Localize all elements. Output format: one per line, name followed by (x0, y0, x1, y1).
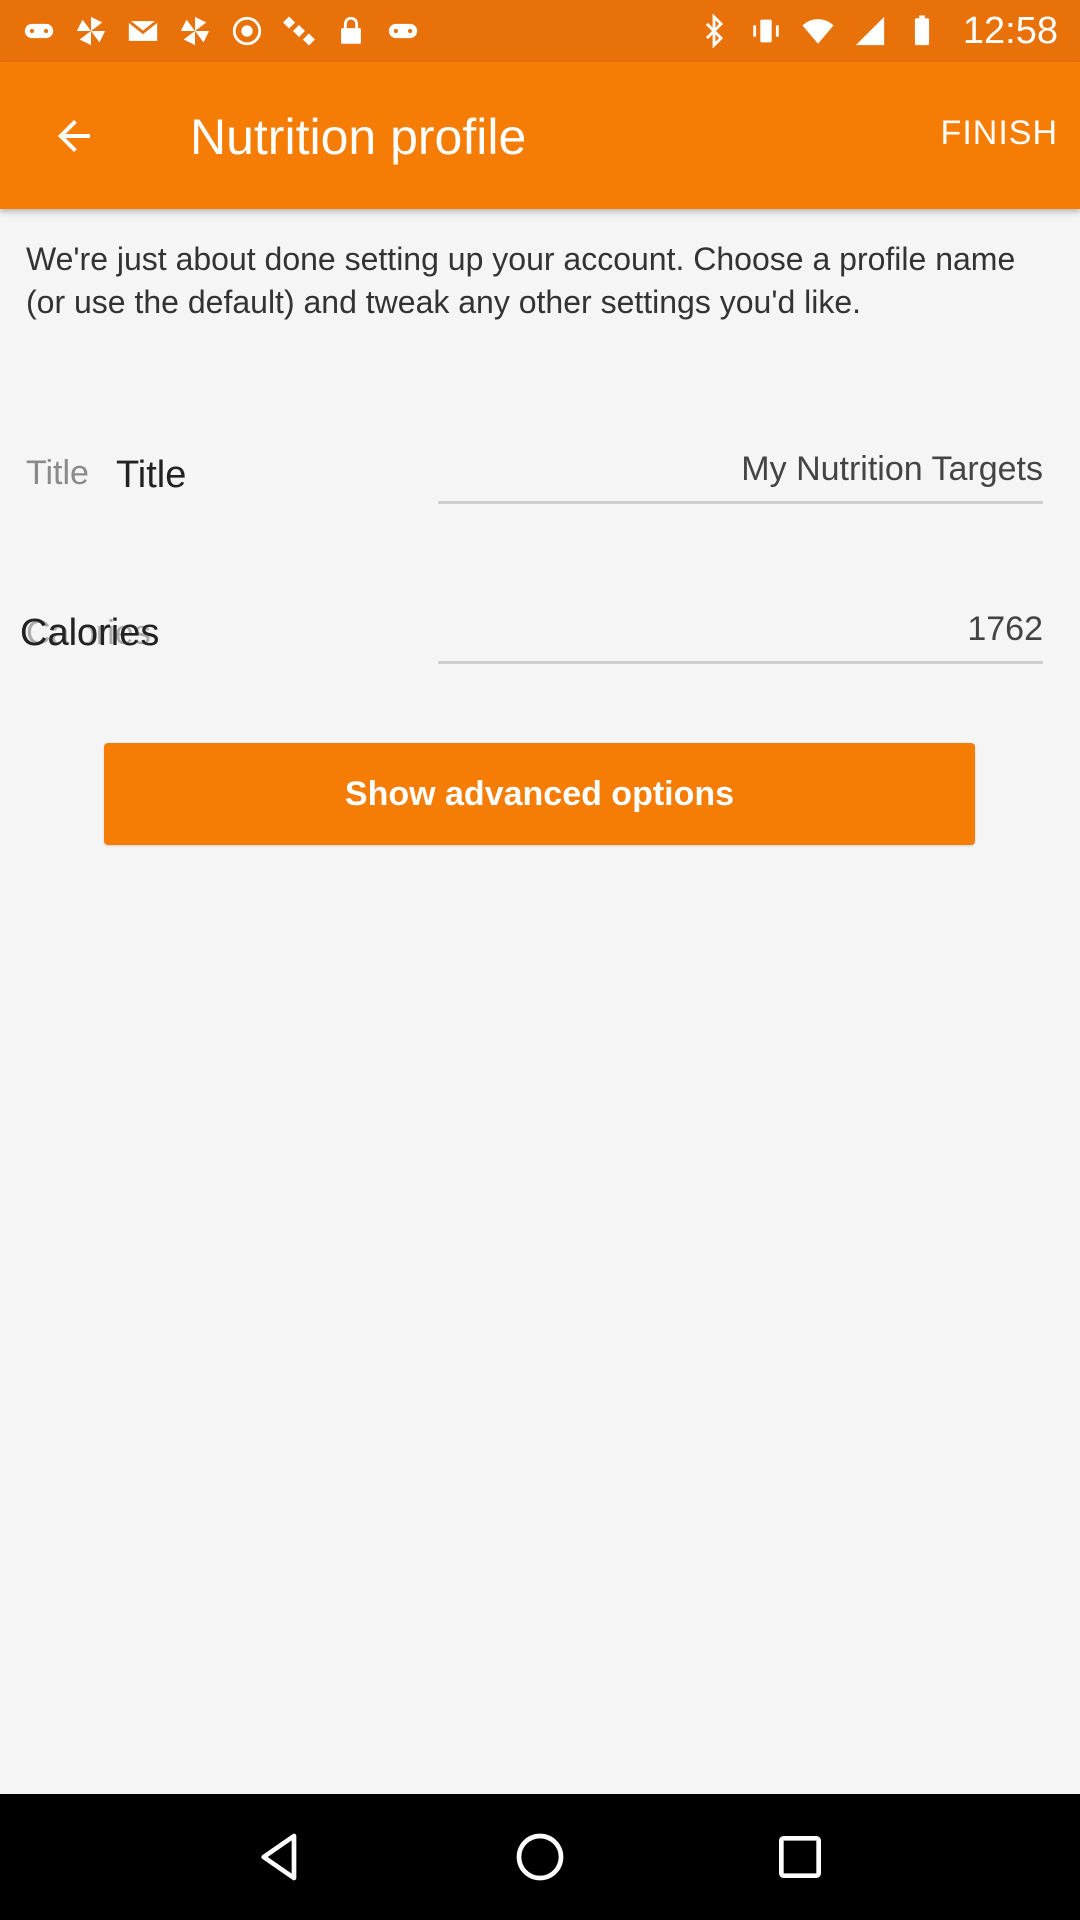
pinwheel-icon (74, 14, 108, 48)
signal-icon (853, 14, 887, 48)
lock-icon (334, 14, 368, 48)
pinwheel-icon (178, 14, 212, 48)
title-floating-label: Title (26, 454, 89, 492)
status-bar: 12:58 (0, 0, 1080, 62)
record-icon (230, 14, 264, 48)
vibrate-icon (749, 14, 783, 48)
gamepad-icon (386, 14, 420, 48)
page-title: Nutrition profile (190, 109, 527, 165)
system-nav-bar (0, 1794, 1080, 1920)
bluetooth-icon (697, 14, 731, 48)
status-clock: 12:58 (962, 9, 1058, 52)
wifi-icon (801, 14, 835, 48)
recents-square-icon (779, 1836, 821, 1878)
back-button[interactable] (36, 98, 112, 174)
satellite-icon (282, 14, 316, 48)
back-triangle-icon (261, 1833, 297, 1881)
nav-back-button[interactable] (245, 1822, 315, 1892)
app-bar: Nutrition profile FINISH (0, 62, 1080, 209)
home-circle-icon (516, 1833, 564, 1881)
calories-input[interactable]: 1762 (438, 600, 1043, 664)
nav-home-button[interactable] (505, 1822, 575, 1892)
title-input[interactable]: My Nutrition Targets (438, 440, 1043, 504)
battery-icon (905, 14, 939, 48)
intro-text: We're just about done setting up your ac… (26, 241, 1016, 320)
show-advanced-options-button[interactable]: Show advanced options (104, 743, 975, 845)
arrow-back-icon (58, 120, 90, 152)
title-label: Title (116, 454, 187, 496)
calories-label: Calories (20, 612, 160, 654)
mail-icon (126, 14, 160, 48)
gamepad-icon (22, 14, 56, 48)
system-icons: 12:58 (697, 10, 1058, 53)
nav-recents-button[interactable] (765, 1822, 835, 1892)
finish-button[interactable]: FINISH (941, 114, 1058, 153)
notification-icons (22, 14, 420, 48)
